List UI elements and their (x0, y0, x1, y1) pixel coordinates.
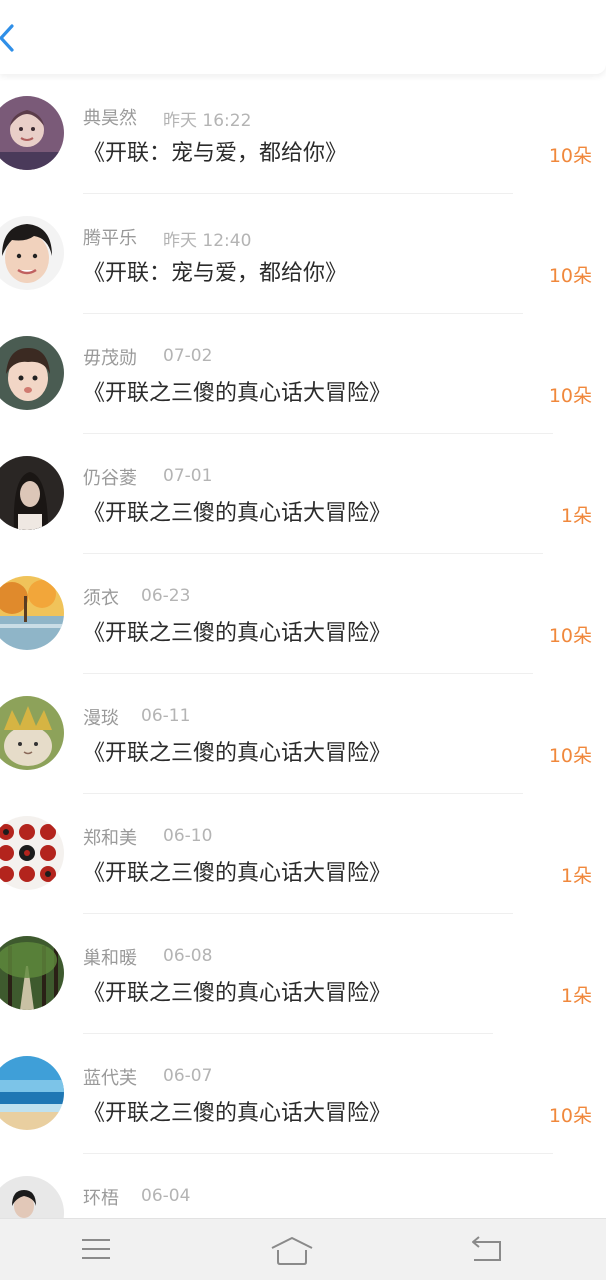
chevron-left-icon (0, 24, 14, 52)
divider (83, 793, 523, 794)
timestamp: 昨天 16:22 (163, 111, 252, 131)
menu-icon (82, 1239, 110, 1259)
avatar[interactable] (0, 936, 64, 1010)
sender-name: 毋茂勋 (83, 348, 137, 369)
list-item[interactable]: 环梧 06-04 (0, 1158, 606, 1218)
list-item[interactable]: 蓝代芙 06-07 《开联之三傻的真心话大冒险》 10朵 (0, 1038, 606, 1158)
timestamp: 06-11 (141, 706, 191, 726)
timestamp: 06-10 (163, 826, 213, 846)
avatar[interactable] (0, 816, 64, 890)
back-button[interactable] (0, 18, 30, 58)
avatar[interactable] (0, 96, 64, 170)
divider (83, 913, 513, 914)
back-nav-button[interactable] (470, 1236, 504, 1268)
sender-name: 仍谷菱 (83, 468, 137, 489)
timestamp: 昨天 12:40 (163, 231, 252, 251)
work-title[interactable]: 《开联之三傻的真心话大冒险》 (83, 975, 391, 1007)
timestamp: 06-07 (163, 1066, 213, 1086)
gift-record-list: 典昊然 昨天 16:22 《开联：宠与爱，都给你》 10朵 腾平乐 昨天 12:… (0, 78, 606, 1218)
home-icon (271, 1237, 313, 1265)
list-item[interactable]: 巢和暖 06-08 《开联之三傻的真心话大冒险》 1朵 (0, 918, 606, 1038)
top-bar (0, 0, 606, 74)
timestamp: 07-01 (163, 466, 213, 486)
divider (83, 433, 553, 434)
sender-name: 巢和暖 (83, 948, 137, 969)
divider (83, 553, 543, 554)
sender-name: 须衣 (83, 588, 119, 609)
work-title[interactable]: 《开联之三傻的真心话大冒险》 (83, 615, 391, 647)
home-button[interactable] (270, 1236, 314, 1270)
work-title[interactable]: 《开联：宠与爱，都给你》 (83, 255, 347, 287)
flower-count: 10朵 (548, 265, 592, 287)
work-title[interactable]: 《开联之三傻的真心话大冒险》 (83, 375, 391, 407)
sender-name: 环梧 (83, 1188, 119, 1209)
timestamp: 06-08 (163, 946, 213, 966)
avatar[interactable] (0, 1176, 64, 1218)
avatar[interactable] (0, 336, 64, 410)
divider (83, 1153, 553, 1154)
work-title[interactable]: 《开联之三傻的真心话大冒险》 (83, 1095, 391, 1127)
timestamp: 06-04 (141, 1186, 191, 1206)
flower-count: 10朵 (548, 145, 592, 167)
sender-name: 漫琰 (83, 708, 119, 729)
back-arrow-icon (472, 1236, 501, 1261)
flower-count: 10朵 (548, 625, 592, 647)
divider (83, 313, 523, 314)
sender-name: 蓝代芙 (83, 1068, 137, 1089)
work-title[interactable]: 《开联之三傻的真心话大冒险》 (83, 855, 391, 887)
list-item[interactable]: 腾平乐 昨天 12:40 《开联：宠与爱，都给你》 10朵 (0, 198, 606, 318)
timestamp: 07-02 (163, 346, 213, 366)
list-item[interactable]: 仍谷菱 07-01 《开联之三傻的真心话大冒险》 1朵 (0, 438, 606, 558)
avatar[interactable] (0, 456, 64, 530)
flower-count: 1朵 (560, 985, 592, 1007)
list-item[interactable]: 须衣 06-23 《开联之三傻的真心话大冒险》 10朵 (0, 558, 606, 678)
list-item[interactable]: 典昊然 昨天 16:22 《开联：宠与爱，都给你》 10朵 (0, 78, 606, 198)
avatar[interactable] (0, 216, 64, 290)
flower-count: 10朵 (548, 745, 592, 767)
work-title[interactable]: 《开联之三傻的真心话大冒险》 (83, 735, 391, 767)
divider (83, 1033, 493, 1034)
avatar[interactable] (0, 1056, 64, 1130)
avatar[interactable] (0, 696, 64, 770)
work-title[interactable]: 《开联：宠与爱，都给你》 (83, 135, 347, 167)
sender-name: 典昊然 (83, 108, 137, 129)
sender-name: 郑和美 (83, 828, 137, 849)
flower-count: 10朵 (548, 385, 592, 407)
list-item[interactable]: 毋茂勋 07-02 《开联之三傻的真心话大冒险》 10朵 (0, 318, 606, 438)
timestamp: 06-23 (141, 586, 191, 606)
divider (83, 673, 533, 674)
divider (83, 193, 513, 194)
work-title[interactable]: 《开联之三傻的真心话大冒险》 (83, 495, 391, 527)
list-item[interactable]: 郑和美 06-10 《开联之三傻的真心话大冒险》 1朵 (0, 798, 606, 918)
flower-count: 10朵 (548, 1105, 592, 1127)
flower-count: 1朵 (560, 865, 592, 887)
avatar[interactable] (0, 576, 64, 650)
system-nav-bar (0, 1218, 606, 1280)
menu-button[interactable] (80, 1236, 112, 1268)
sender-name: 腾平乐 (83, 228, 137, 249)
flower-count: 1朵 (560, 505, 592, 527)
list-item[interactable]: 漫琰 06-11 《开联之三傻的真心话大冒险》 10朵 (0, 678, 606, 798)
